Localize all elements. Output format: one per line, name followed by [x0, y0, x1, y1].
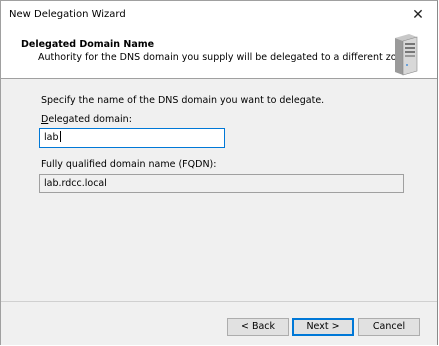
server-icon — [395, 34, 418, 76]
wizard-header: Delegated Domain Name Authority for the … — [1, 30, 437, 79]
next-button[interactable]: Next > — [292, 318, 354, 336]
fqdn-value: lab.rdcc.local — [44, 178, 107, 189]
delegated-domain-label: Delegated domain: — [41, 114, 132, 125]
wizard-window: New Delegation Wizard ✕ Delegated Domain… — [0, 0, 438, 345]
delegated-domain-value: lab — [44, 132, 59, 143]
fqdn-field: lab.rdcc.local — [39, 174, 404, 193]
close-button[interactable]: ✕ — [405, 4, 431, 26]
page-subtitle: Authority for the DNS domain you supply … — [38, 52, 412, 63]
text-caret — [59, 131, 61, 142]
delegated-domain-label-text: elegated domain: — [48, 114, 132, 125]
window-title: New Delegation Wizard — [9, 9, 126, 20]
cancel-button[interactable]: Cancel — [358, 318, 420, 336]
fqdn-label: Fully qualified domain name (FQDN): — [41, 159, 217, 170]
instruction-text: Specify the name of the DNS domain you w… — [41, 95, 325, 106]
button-separator — [1, 301, 437, 302]
title-bar[interactable]: New Delegation Wizard ✕ — [1, 1, 437, 30]
wizard-content: Specify the name of the DNS domain you w… — [1, 79, 437, 299]
back-button[interactable]: < Back — [227, 318, 289, 336]
delegated-domain-input[interactable]: lab — [39, 128, 225, 148]
page-title: Delegated Domain Name — [21, 39, 155, 50]
